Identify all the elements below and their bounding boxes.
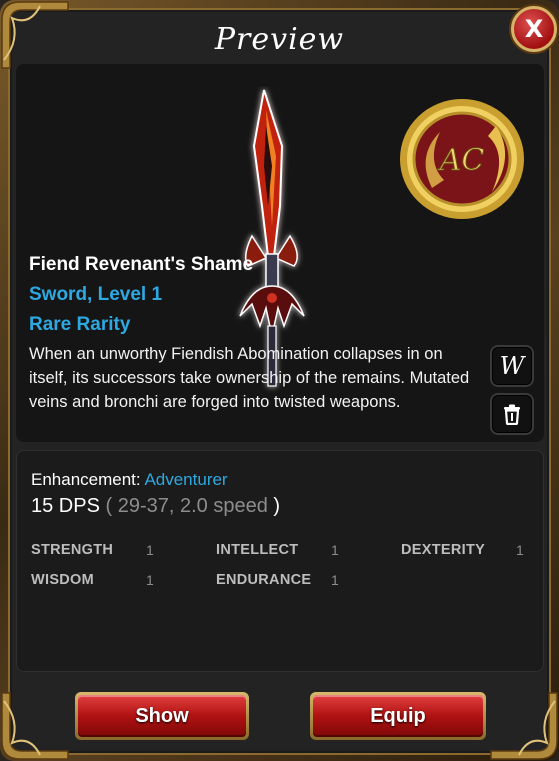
stat-endurance-label: ENDURANCE — [216, 572, 312, 588]
dps-close-paren: ) — [273, 495, 281, 517]
show-button-label: Show — [78, 695, 246, 737]
stat-endurance-value: 1 — [331, 572, 339, 588]
stat-wisdom-label: WISDOM — [31, 572, 95, 588]
stat-dexterity-value: 1 — [516, 542, 524, 558]
stat-intellect-value: 1 — [331, 542, 339, 558]
wiki-button[interactable]: W — [490, 345, 534, 387]
close-icon: X — [524, 15, 544, 43]
stat-intellect-label: INTELLECT — [216, 542, 299, 558]
trash-icon — [504, 404, 520, 425]
ornament-corner-bottom-left — [0, 691, 70, 761]
dps-value: 15 DPS — [31, 495, 100, 517]
equip-button-label: Equip — [313, 695, 483, 737]
enhancement-value: Adventurer — [144, 470, 228, 489]
equip-button[interactable]: Equip — [310, 692, 486, 740]
enhancement-line: Enhancement: Adventurer — [31, 470, 228, 490]
ac-coin-icon: AC — [396, 96, 528, 222]
item-type-level: Sword, Level 1 — [29, 284, 163, 305]
item-rarity: Rare Rarity — [29, 314, 131, 335]
delete-button[interactable] — [490, 393, 534, 435]
ornament-corner-bottom-right — [489, 691, 559, 761]
dps-line: 15 DPS ( 29-37, 2.0 speed ) — [31, 495, 280, 518]
item-description: When an unworthy Fiendish Abomination co… — [29, 345, 470, 411]
stat-strength-value: 1 — [146, 542, 154, 558]
dps-open-paren: ( — [105, 495, 113, 517]
close-button[interactable]: X — [511, 6, 557, 52]
stat-dexterity-label: DEXTERITY — [401, 542, 486, 558]
dps-detail: 29-37, 2.0 speed — [117, 495, 268, 517]
stat-wisdom-value: 1 — [146, 572, 154, 588]
badge-text: AC — [437, 143, 485, 178]
show-button[interactable]: Show — [75, 692, 249, 740]
window-title: Preview — [214, 22, 345, 57]
wiki-icon: W — [499, 352, 525, 380]
stat-strength-label: STRENGTH — [31, 542, 114, 558]
enhancement-label: Enhancement: — [31, 470, 141, 489]
item-name: Fiend Revenant's Shame — [29, 254, 254, 275]
